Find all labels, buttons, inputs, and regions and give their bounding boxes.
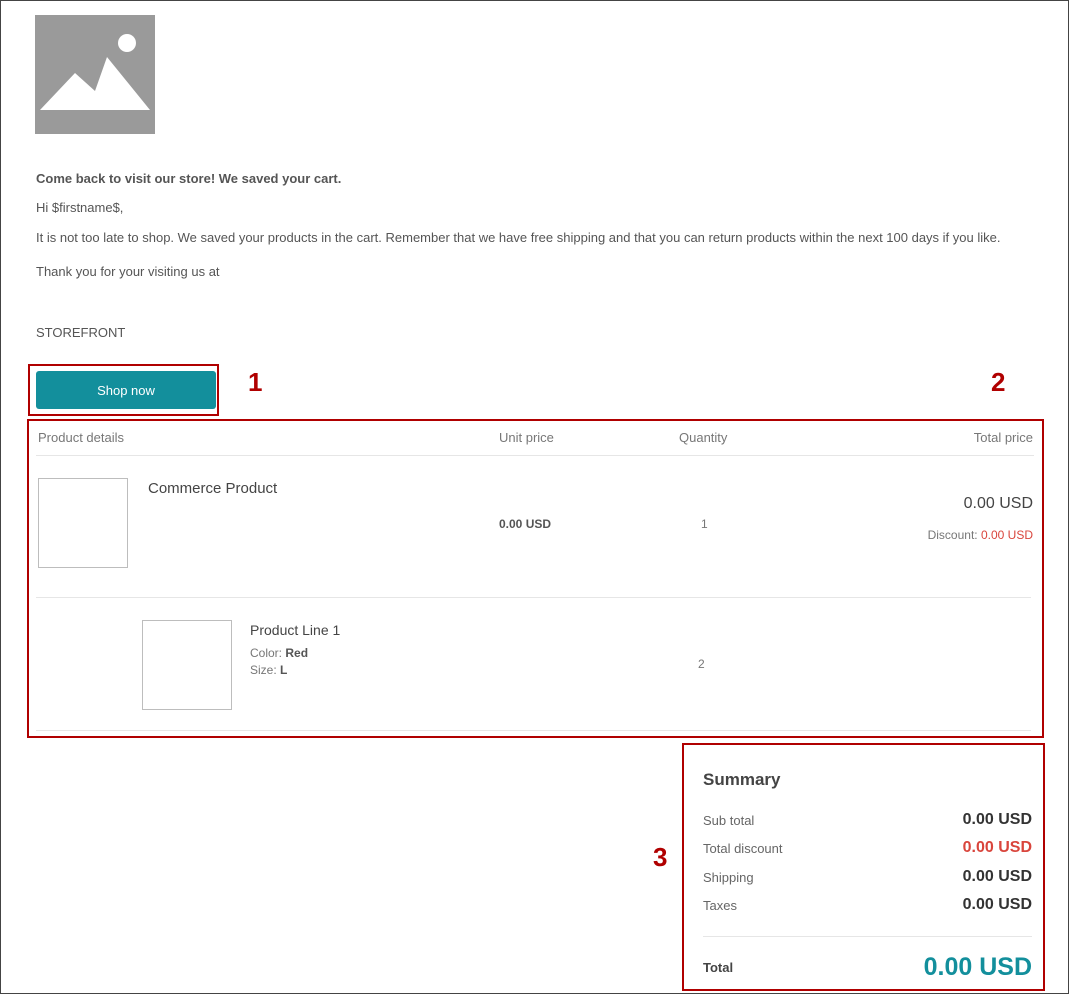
shipping-value: 0.00 USD bbox=[962, 868, 1032, 885]
summary-divider bbox=[703, 936, 1032, 937]
color-label: Color: bbox=[250, 646, 283, 660]
header-total-price: Total price bbox=[973, 430, 1033, 445]
subtotal-label: Sub total bbox=[703, 813, 755, 828]
size-value: L bbox=[280, 663, 288, 677]
size-label: Size: bbox=[250, 663, 277, 677]
header-product-details: Product details bbox=[38, 430, 124, 445]
product-total-price: 0.00 USD bbox=[963, 495, 1033, 512]
shipping-label: Shipping bbox=[703, 870, 754, 885]
table-bottom-divider bbox=[36, 730, 1031, 731]
header-divider bbox=[36, 455, 1034, 456]
image-placeholder-icon bbox=[35, 15, 155, 134]
discount-value: 0.00 USD bbox=[980, 528, 1033, 542]
callout-number-1: 1 bbox=[248, 367, 263, 397]
product-unit-price: 0.00 USD bbox=[499, 517, 552, 531]
callout-number-3: 3 bbox=[653, 842, 668, 872]
product-line-color: Color: Red bbox=[250, 646, 308, 660]
header-quantity: Quantity bbox=[679, 430, 728, 445]
total-label: Total bbox=[703, 960, 734, 975]
discount-label: Discount: bbox=[927, 528, 978, 542]
product-line-quantity: 2 bbox=[698, 657, 705, 671]
taxes-label: Taxes bbox=[703, 898, 737, 913]
thanks-text: Thank you for your visiting us at bbox=[36, 264, 220, 279]
summary-title: Summary bbox=[703, 770, 781, 789]
greeting: Hi $firstname$, bbox=[36, 200, 124, 215]
store-name: STOREFRONT bbox=[36, 325, 126, 340]
taxes-value: 0.00 USD bbox=[962, 896, 1032, 913]
product-line-thumbnail bbox=[142, 620, 232, 710]
color-value: Red bbox=[285, 646, 309, 660]
total-value: 0.00 USD bbox=[923, 953, 1032, 981]
product-name: Commerce Product bbox=[148, 480, 278, 497]
total-discount-label: Total discount bbox=[703, 841, 783, 856]
callout-number-2: 2 bbox=[991, 367, 1006, 397]
email-heading: Come back to visit our store! We saved y… bbox=[36, 171, 342, 186]
callout-box-1 bbox=[28, 364, 219, 416]
product-line-size: Size: L bbox=[250, 663, 287, 677]
subtotal-value: 0.00 USD bbox=[962, 811, 1032, 828]
email-body: It is not too late to shop. We saved you… bbox=[36, 230, 1001, 245]
product-quantity: 1 bbox=[701, 517, 708, 531]
header-unit-price: Unit price bbox=[499, 430, 554, 445]
product-discount: Discount: 0.00 USD bbox=[860, 528, 1033, 542]
total-discount-value: 0.00 USD bbox=[962, 839, 1032, 856]
product-thumbnail bbox=[38, 478, 128, 568]
row-divider bbox=[36, 597, 1031, 598]
product-line-name: Product Line 1 bbox=[250, 622, 341, 638]
